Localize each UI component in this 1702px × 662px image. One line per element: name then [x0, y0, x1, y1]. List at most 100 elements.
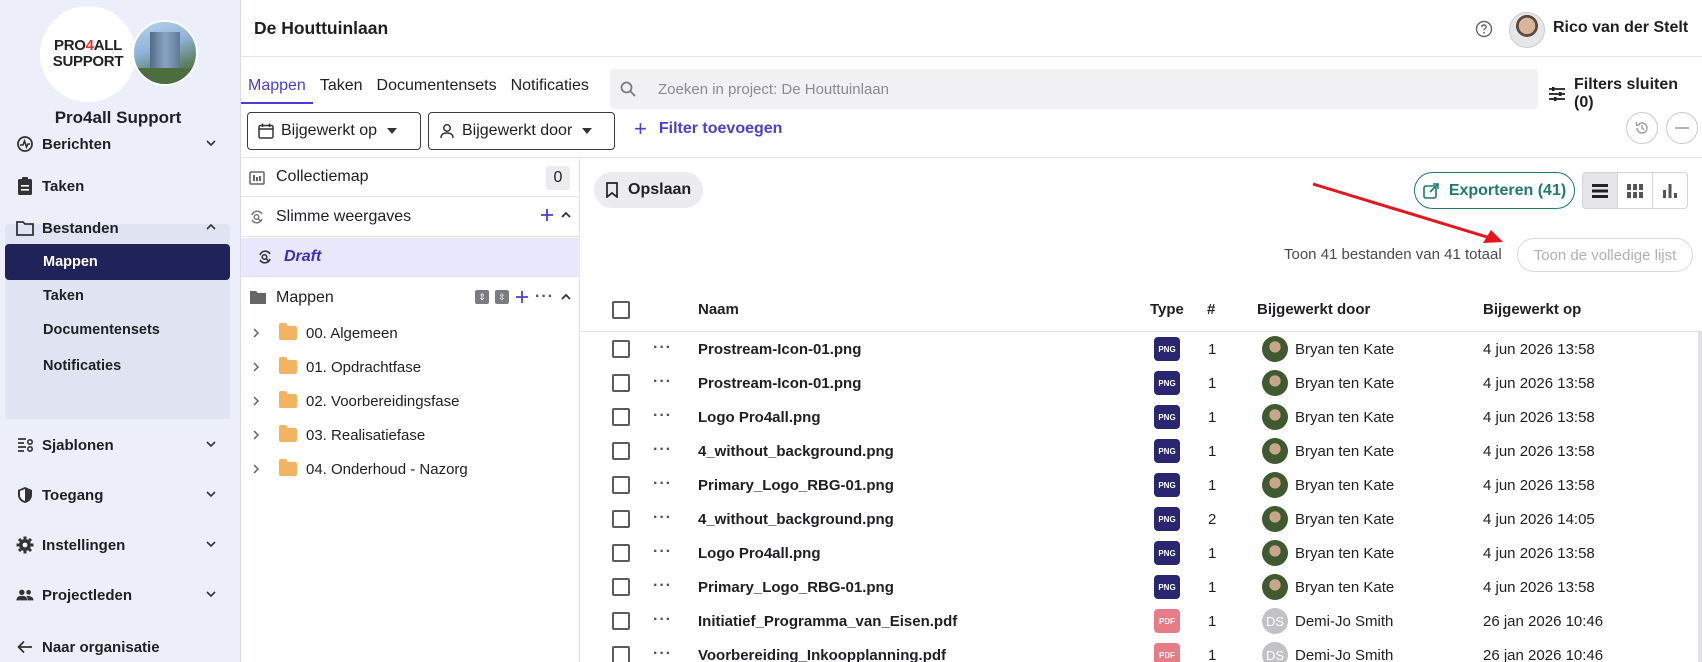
- help-icon[interactable]: [1475, 20, 1493, 38]
- avatar[interactable]: [1509, 12, 1545, 48]
- file-name[interactable]: Primary_Logo_RBG-01.png: [698, 477, 894, 494]
- nav-naar-organisatie[interactable]: Naar organisatie: [16, 632, 221, 662]
- row-more-icon[interactable]: ···: [653, 611, 672, 629]
- plus-icon[interactable]: [540, 208, 554, 222]
- table-row[interactable]: ··· Primary_Logo_RBG-01.png PNG 1 Bryan ten …: [581, 468, 1702, 502]
- filter-updated-by[interactable]: Bijgewerkt door: [428, 112, 615, 150]
- row-more-icon[interactable]: ···: [653, 339, 672, 357]
- table-row[interactable]: ··· Prostream-Icon-01.png PNG 1 Bryan ten Ka…: [581, 332, 1702, 366]
- file-name[interactable]: 4_without_background.png: [698, 443, 894, 460]
- nav-projectleden[interactable]: Projectleden: [16, 580, 221, 610]
- file-name[interactable]: Logo Pro4all.png: [698, 409, 821, 426]
- filters-close-button[interactable]: Filters sluiten (0): [1548, 76, 1702, 112]
- collection-folder-row[interactable]: Collectiemap 0: [241, 158, 580, 197]
- column-header-type[interactable]: Type: [1150, 301, 1184, 318]
- save-view-button[interactable]: Opslaan: [594, 172, 704, 208]
- select-all-checkbox[interactable]: [612, 301, 630, 319]
- file-name[interactable]: Initiatief_Programma_van_Eisen.pdf: [698, 613, 957, 630]
- row-checkbox[interactable]: [612, 442, 630, 460]
- column-header-name[interactable]: Naam: [698, 301, 739, 318]
- tab-notificaties[interactable]: Notificaties: [504, 68, 596, 104]
- scrollbar[interactable]: [1698, 331, 1702, 662]
- row-more-icon[interactable]: ···: [653, 373, 672, 391]
- file-name[interactable]: Logo Pro4all.png: [698, 545, 821, 562]
- row-more-icon[interactable]: ···: [653, 509, 672, 527]
- column-header-updated-on[interactable]: Bijgewerkt op: [1483, 301, 1581, 318]
- nav-instellingen[interactable]: Instellingen: [16, 530, 221, 560]
- expand-all-icon[interactable]: ⇕: [475, 290, 490, 304]
- more-icon[interactable]: ···: [535, 288, 554, 306]
- row-more-icon[interactable]: ···: [653, 577, 672, 595]
- reset-filters-button[interactable]: [1626, 112, 1658, 144]
- subnav-mappen[interactable]: Mappen: [5, 244, 230, 280]
- chart-view-button[interactable]: [1652, 172, 1688, 209]
- folders-header-row[interactable]: Mappen ⇕ ⇳ ···: [241, 278, 580, 317]
- table-row[interactable]: ··· 4_without_background.png PNG 1 Bryan ten…: [581, 434, 1702, 468]
- folder-tree-item[interactable]: 01. Opdrachtfase: [251, 350, 421, 384]
- tab-documentensets[interactable]: Documentensets: [370, 68, 504, 104]
- row-checkbox[interactable]: [612, 374, 630, 392]
- folder-tree-item[interactable]: 00. Algemeen: [251, 316, 398, 350]
- subnav-taken[interactable]: Taken: [5, 278, 230, 314]
- nav-label: Sjablonen: [42, 436, 114, 454]
- file-name[interactable]: Voorbereiding_Inkoopplanning.pdf: [698, 647, 946, 662]
- row-checkbox[interactable]: [612, 340, 630, 358]
- folder-tree-item[interactable]: 02. Voorbereidingsfase: [251, 384, 459, 418]
- table-row[interactable]: ··· Prostream-Icon-01.png PNG 1 Bryan ten Ka…: [581, 366, 1702, 400]
- nav-berichten[interactable]: Berichten: [16, 129, 221, 159]
- remove-filters-button[interactable]: [1666, 112, 1698, 144]
- row-more-icon[interactable]: ···: [653, 407, 672, 425]
- file-name[interactable]: Prostream-Icon-01.png: [698, 341, 861, 358]
- table-row[interactable]: ··· Voorbereiding_Inkoopplanning.pdf PDF 1 D…: [581, 638, 1702, 662]
- row-checkbox[interactable]: [612, 612, 630, 630]
- file-name[interactable]: 4_without_background.png: [698, 511, 894, 528]
- file-name[interactable]: Primary_Logo_RBG-01.png: [698, 579, 894, 596]
- show-full-list-button[interactable]: Toon de volledige lijst: [1517, 238, 1693, 272]
- chevron-up-icon[interactable]: [560, 209, 572, 221]
- add-filter-button[interactable]: + Filter toevoegen: [634, 118, 782, 140]
- tab-mappen[interactable]: Mappen: [241, 68, 313, 104]
- chevron-right-icon: [251, 359, 271, 376]
- nav-toegang[interactable]: Toegang: [16, 480, 221, 510]
- table-row[interactable]: ··· Logo Pro4all.png PNG 1 Bryan ten Kate 4 j…: [581, 536, 1702, 570]
- column-header-version[interactable]: #: [1207, 301, 1215, 318]
- file-name[interactable]: Prostream-Icon-01.png: [698, 375, 861, 392]
- row-checkbox[interactable]: [612, 544, 630, 562]
- row-more-icon[interactable]: ···: [653, 543, 672, 561]
- nav-sjablonen[interactable]: Sjablonen: [16, 430, 221, 460]
- column-header-updated-by[interactable]: Bijgewerkt door: [1257, 301, 1370, 318]
- chevron-up-icon[interactable]: [560, 291, 572, 303]
- row-checkbox[interactable]: [612, 578, 630, 596]
- table-row[interactable]: ··· Primary_Logo_RBG-01.png PNG 1 Bryan ten …: [581, 570, 1702, 604]
- folders-actions: ⇕ ⇳ ···: [475, 288, 572, 306]
- subnav-documentensets[interactable]: Documentensets: [5, 312, 230, 348]
- smart-view-draft[interactable]: Draft: [241, 238, 580, 277]
- smart-views-row[interactable]: Slimme weergaves: [241, 198, 580, 237]
- list-view-button[interactable]: [1582, 172, 1618, 209]
- collapse-all-icon[interactable]: ⇳: [495, 290, 510, 304]
- folder-tree-item[interactable]: 04. Onderhoud - Nazorg: [251, 452, 468, 486]
- plus-icon[interactable]: [515, 290, 529, 304]
- row-more-icon[interactable]: ···: [653, 645, 672, 662]
- search-input[interactable]: [658, 69, 1518, 109]
- row-more-icon[interactable]: ···: [653, 475, 672, 493]
- row-more-icon[interactable]: ···: [653, 441, 672, 459]
- tab-taken[interactable]: Taken: [313, 68, 370, 104]
- annotation-arrow: [1312, 182, 1503, 243]
- grid-view-button[interactable]: [1617, 172, 1653, 209]
- filter-updated-on[interactable]: Bijgewerkt op: [247, 112, 421, 150]
- row-checkbox[interactable]: [612, 646, 630, 662]
- row-checkbox[interactable]: [612, 408, 630, 426]
- row-checkbox[interactable]: [612, 476, 630, 494]
- table-row[interactable]: ··· Initiatief_Programma_van_Eisen.pdf PDF…: [581, 604, 1702, 638]
- table-row[interactable]: ··· 4_without_background.png PNG 2 Bryan ten…: [581, 502, 1702, 536]
- sidebar: PRO4ALL SUPPORT Pro4all Support Berichte…: [0, 0, 241, 662]
- row-checkbox[interactable]: [612, 510, 630, 528]
- folder-tree-item[interactable]: 03. Realisatiefase: [251, 418, 425, 452]
- nav-taken[interactable]: Taken: [16, 171, 221, 201]
- subnav-notificaties[interactable]: Notificaties: [5, 348, 230, 384]
- folder-icon: [279, 459, 297, 476]
- table-row[interactable]: ··· Logo Pro4all.png PNG 1 Bryan ten Kate 4 j…: [581, 400, 1702, 434]
- user-name[interactable]: Rico van der Stelt: [1553, 19, 1688, 37]
- nav-bestanden[interactable]: Bestanden: [16, 213, 221, 243]
